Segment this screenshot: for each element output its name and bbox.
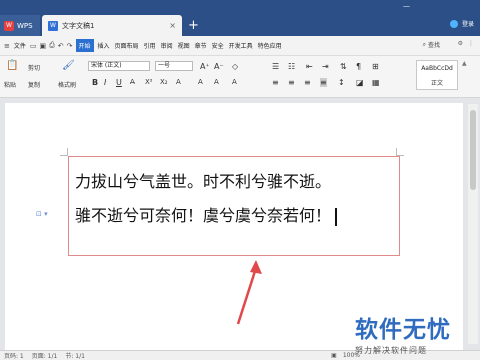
wps-logo-icon: W [4,20,14,31]
selected-text-block[interactable]: 力拔山兮气盖世。时不利兮骓不逝。 骓不逝兮可奈何！虞兮虞兮奈若何！ [68,156,400,256]
title-bar: W WPS W 文字文稿1 × + — 登录 [0,0,480,36]
annotation-arrow-icon [236,260,262,325]
paste-button-label[interactable]: 粘贴 [4,80,16,89]
view-mode-icon[interactable]: ▣ [331,352,337,359]
shading-icon[interactable]: ◪ [356,78,364,87]
clear-format-icon[interactable]: ◇ [232,62,238,71]
tab-wps-home[interactable]: W WPS [0,15,40,36]
document-line-2-text: 骓不逝兮可奈何！虞兮虞兮奈若何！ [75,206,332,225]
grow-font-icon[interactable]: A⁺ [200,62,210,71]
menu-item-chapter[interactable]: 章节 [194,40,208,51]
user-avatar-icon [449,19,458,28]
open-folder-icon[interactable]: ▭ [30,42,37,50]
watermark-subtitle: 努力解决软件问题 [355,346,427,355]
style-name: 正文 [430,80,443,87]
style-scroll-icon[interactable]: ▲ [462,60,467,67]
status-section: 节: 1/1 [65,353,85,360]
style-normal[interactable]: AaBbCcDd 正文 [416,60,458,90]
redo-icon[interactable]: ↷ [67,42,73,50]
close-tab-icon[interactable]: × [169,21,176,30]
hamburger-icon[interactable]: ≡ [4,42,10,50]
underline-button[interactable]: U [116,78,122,87]
menu-item-insert[interactable]: 插入 [97,40,111,51]
borders-icon[interactable]: ▦ [372,78,380,87]
superscript-icon[interactable]: X² [145,78,153,86]
watermark-logo: 软件无忧 [355,317,451,343]
align-right-icon[interactable]: ≡ [304,78,311,87]
menu-item-features[interactable]: 特色应用 [257,40,283,51]
menu-item-review[interactable]: 审阅 [160,40,174,51]
status-pages: 页面: 1/1 [31,353,58,360]
print-icon[interactable]: ⎙ [49,41,55,50]
menu-file[interactable]: 文件 [13,40,27,51]
site-watermark: 软件无忧 努力解决软件问题 [355,310,480,360]
strikethrough-icon[interactable]: A̶ [130,78,135,86]
font-color-icon[interactable]: A [176,78,181,86]
scrollbar-thumb[interactable] [470,110,476,190]
char-border-icon[interactable]: A [232,78,237,86]
menu-right-icons: ⚙ ⋮ [458,40,474,47]
highlight-icon[interactable]: A [198,78,203,86]
paste-icon[interactable]: 📋 [6,60,18,71]
document-icon: W [48,20,58,31]
italic-button[interactable]: I [104,78,106,87]
tab-wps-label: WPS [17,21,33,30]
document-line-1[interactable]: 力拔山兮气盖世。时不利兮骓不逝。 [75,165,393,199]
bullet-list-icon[interactable]: ☰ [272,62,279,71]
menu-item-view[interactable]: 视图 [177,40,191,51]
font-size-select[interactable]: 一号 [155,61,193,71]
sort-icon[interactable]: ⇅ [340,62,347,71]
align-center-icon[interactable]: ≡ [288,78,295,87]
margin-corner-top-right [396,148,404,156]
text-color-icon[interactable]: A [214,78,219,86]
menu-item-developer[interactable]: 开发工具 [228,40,254,51]
document-line-2[interactable]: 骓不逝兮可奈何！虞兮虞兮奈若何！ [75,199,393,233]
menu-bar: ≡ 文件 ▭ ▣ ⎙ ↶ ↷ 开始 插入 页面布局 引用 审阅 视图 章节 安全… [0,36,480,56]
margin-corner-top-left [60,148,68,156]
paragraph-marker-icon[interactable]: ⊡ ▾ [36,210,48,218]
shrink-font-icon[interactable]: A⁻ [214,62,224,71]
format-painter-icon[interactable]: 🖌 [62,60,75,71]
save-icon[interactable]: ▣ [40,42,47,50]
settings-icon[interactable]: ⚙ [458,40,463,47]
style-preview: AaBbCcDd [421,65,453,72]
decrease-indent-icon[interactable]: ⇤ [306,62,313,71]
menu-item-security[interactable]: 安全 [211,40,225,51]
bold-button[interactable]: B [92,78,98,87]
table-icon[interactable]: ⊞ [372,62,379,71]
ribbon-toolbar: 📋 粘贴 剪切 复制 🖌 格式刷 B I U A̶ X² X₂ A A⁺ A⁻ … [0,56,480,98]
menu-item-references[interactable]: 引用 [143,40,157,51]
search-icon: ⌕ [422,40,426,48]
copy-button[interactable]: 复制 [28,80,40,89]
new-tab-button[interactable]: + [188,18,199,33]
menu-item-home[interactable]: 开始 [75,39,94,52]
menu-item-page-layout[interactable]: 页面布局 [114,40,140,51]
tab-document[interactable]: W 文字文稿1 × [42,15,182,36]
show-marks-icon[interactable]: ¶ [356,62,361,71]
user-login-label: 登录 [461,21,474,28]
cut-button[interactable]: 剪切 [28,63,40,72]
minimize-icon[interactable]: — [403,2,410,10]
undo-icon[interactable]: ↶ [58,42,64,50]
line-spacing-icon[interactable]: ↕ [338,78,345,87]
text-cursor [335,207,337,226]
format-painter-label[interactable]: 格式刷 [58,80,76,89]
justify-icon[interactable]: ≡ [320,78,327,87]
search-label: 查找 [427,42,440,49]
numbered-list-icon[interactable]: ☷ [288,62,295,71]
tab-document-label: 文字文稿1 [62,21,95,30]
more-icon[interactable]: ⋮ [468,40,474,47]
subscript-icon[interactable]: X₂ [160,78,168,86]
vertical-scrollbar[interactable] [468,104,478,344]
search-button[interactable]: ⌕ 查找 [422,40,440,50]
user-area[interactable]: 登录 [449,19,474,28]
window-controls: — [403,2,410,10]
increase-indent-icon[interactable]: ⇥ [322,62,329,71]
align-left-icon[interactable]: ≡ [272,78,279,87]
font-name-select[interactable]: 宋体 (正文) [88,61,150,71]
status-page: 页码: 1 [4,353,24,360]
